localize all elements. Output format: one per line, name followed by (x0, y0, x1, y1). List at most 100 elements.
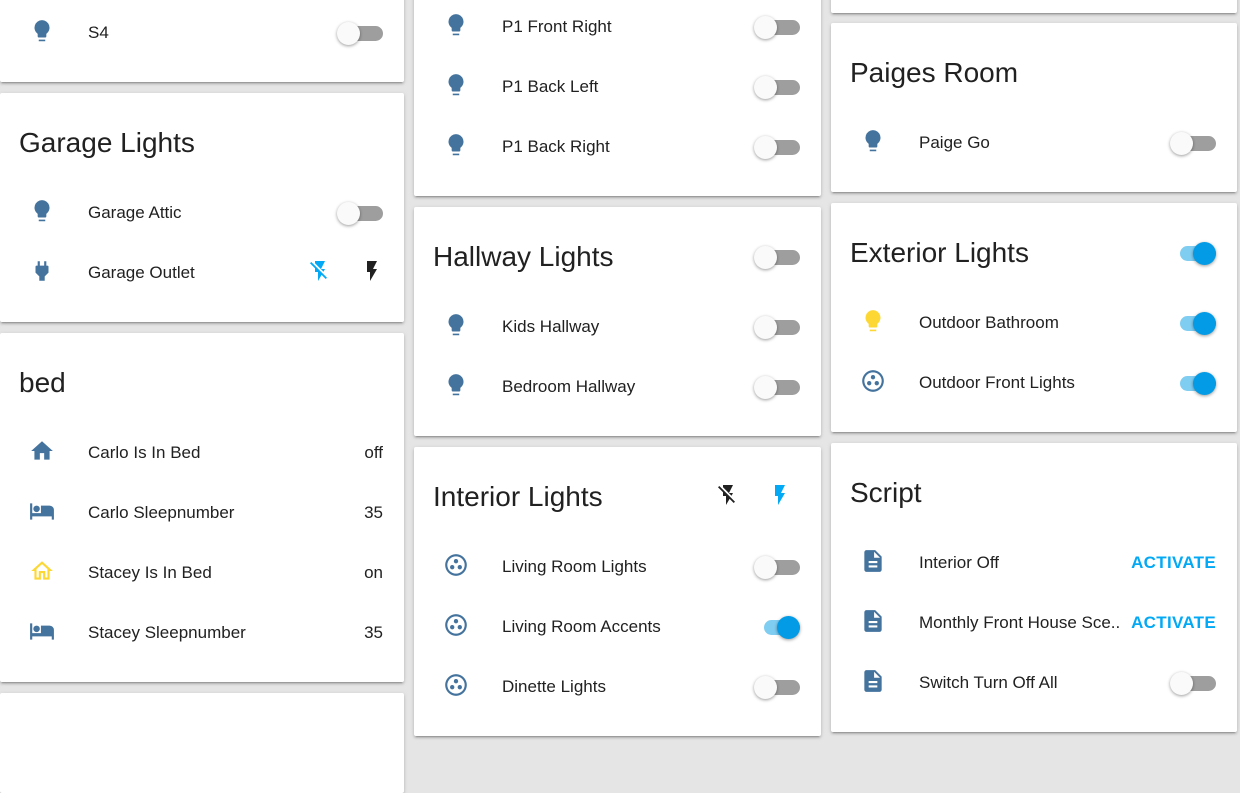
card-title: Hallway Lights (433, 241, 614, 272)
header-toggle[interactable] (1170, 239, 1216, 267)
entity-icon-wrap[interactable] (0, 558, 84, 589)
entity-name[interactable]: Stacey Sleepnumber (84, 623, 364, 643)
entity-name[interactable]: Living Room Lights (498, 557, 754, 577)
entity-name[interactable]: Switch Turn Off All (915, 673, 1170, 693)
entity-toggle[interactable] (754, 673, 800, 701)
entity-name[interactable]: Monthly Front House Sce.. (915, 613, 1131, 633)
bulb-icon (443, 132, 469, 163)
card-interior-lights: Interior Lights Living Room Lights Living … (414, 447, 821, 736)
entity-icon-wrap[interactable] (831, 548, 915, 579)
entity-icon-wrap[interactable] (0, 618, 84, 649)
toggle-knob[interactable] (754, 676, 777, 699)
entity-icon-wrap[interactable] (0, 438, 84, 469)
turn-off-button[interactable] (708, 477, 748, 517)
entity-name[interactable]: P1 Back Right (498, 137, 754, 157)
entity-row: Garage Attic (0, 183, 404, 243)
entity-toggle[interactable] (754, 553, 800, 581)
entity-icon-wrap[interactable] (414, 612, 498, 643)
entity-name[interactable]: Garage Attic (84, 203, 337, 223)
entity-state: 35 (364, 503, 383, 522)
entity-row: Living Room Lights (414, 537, 821, 597)
activate-button[interactable]: ACTIVATE (1131, 553, 1216, 573)
entity-icon-wrap[interactable] (831, 128, 915, 159)
entity-name[interactable]: P1 Back Left (498, 77, 754, 97)
scene-icon (443, 672, 469, 703)
toggle-knob[interactable] (777, 616, 800, 639)
turn-on-button[interactable] (760, 477, 800, 517)
entity-icon-wrap[interactable] (414, 312, 498, 343)
entity-icon-wrap[interactable] (831, 608, 915, 639)
entity-toggle[interactable] (1170, 309, 1216, 337)
entity-icon-wrap[interactable] (0, 258, 84, 289)
entity-row: Outdoor Bathroom (831, 293, 1237, 353)
entity-icon-wrap[interactable] (414, 672, 498, 703)
toggle-knob[interactable] (1170, 132, 1193, 155)
script-icon (860, 608, 886, 639)
entity-icon-wrap[interactable] (0, 18, 84, 49)
entity-name[interactable]: Carlo Is In Bed (84, 443, 364, 463)
entity-toggle[interactable] (754, 133, 800, 161)
entity-icon-wrap[interactable] (831, 668, 915, 699)
toggle-knob[interactable] (754, 76, 777, 99)
entity-name[interactable]: Carlo Sleepnumber (84, 503, 364, 523)
activate-button[interactable]: ACTIVATE (1131, 613, 1216, 633)
entity-toggle[interactable] (1170, 129, 1216, 157)
card-header: Paiges Room (831, 23, 1237, 113)
toggle-knob[interactable] (1193, 242, 1216, 265)
entity-toggle[interactable] (754, 373, 800, 401)
entity-name[interactable]: Living Room Accents (498, 617, 754, 637)
entity-name[interactable]: Dinette Lights (498, 677, 754, 697)
entity-name[interactable]: Outdoor Bathroom (915, 313, 1170, 333)
entity-icon-wrap[interactable] (414, 552, 498, 583)
turn-on-button[interactable] (352, 253, 392, 293)
entity-icon-wrap[interactable] (831, 368, 915, 399)
toggle-knob[interactable] (1193, 372, 1216, 395)
entity-name[interactable]: Bedroom Hallway (498, 377, 754, 397)
turn-off-button[interactable] (300, 253, 340, 293)
entity-name[interactable]: P1 Front Right (498, 17, 754, 37)
entity-toggle[interactable] (1170, 669, 1216, 697)
toggle-knob[interactable] (1193, 312, 1216, 335)
toggle-knob[interactable] (754, 556, 777, 579)
script-icon (860, 548, 886, 579)
toggle-knob[interactable] (337, 22, 360, 45)
toggle-knob[interactable] (754, 376, 777, 399)
bed-icon (29, 498, 55, 529)
entity-toggle[interactable] (337, 199, 383, 227)
entity-icon-wrap[interactable] (0, 198, 84, 229)
entity-name[interactable]: Outdoor Front Lights (915, 373, 1170, 393)
entity-toggle[interactable] (754, 13, 800, 41)
entity-name[interactable]: Interior Off (915, 553, 1131, 573)
entity-toggle[interactable] (754, 73, 800, 101)
card-p1-card: P1 Front Right P1 Back Left P1 Back Right (414, 0, 821, 196)
header-toggle[interactable] (754, 243, 800, 271)
entity-name[interactable]: Paige Go (915, 133, 1170, 153)
entity-row: Monthly Front House Sce.. ACTIVATE (831, 593, 1237, 653)
entity-name[interactable]: Kids Hallway (498, 317, 754, 337)
toggle-knob[interactable] (754, 16, 777, 39)
entity-icon-wrap[interactable] (414, 72, 498, 103)
toggle-knob[interactable] (754, 316, 777, 339)
entity-name[interactable]: Stacey Is In Bed (84, 563, 364, 583)
flash-icon (360, 259, 384, 288)
entity-toggle[interactable] (337, 19, 383, 47)
entity-toggle[interactable] (1170, 369, 1216, 397)
toggle-knob[interactable] (337, 202, 360, 225)
toggle-knob[interactable] (754, 246, 777, 269)
entity-icon-wrap[interactable] (414, 372, 498, 403)
entity-toggle[interactable] (754, 313, 800, 341)
entity-name[interactable]: Garage Outlet (84, 263, 288, 283)
card-exterior-lights: Exterior Lights Outdoor Bathroom Outdoor F… (831, 203, 1237, 432)
entity-toggle[interactable] (754, 613, 800, 641)
entity-icon-wrap[interactable] (0, 498, 84, 529)
entity-icon-wrap[interactable] (414, 132, 498, 163)
home-outline-icon (29, 558, 55, 589)
entity-icon-wrap[interactable] (414, 12, 498, 43)
entity-row: P1 Back Right (414, 117, 821, 177)
entity-icon-wrap[interactable] (831, 308, 915, 339)
home-icon (29, 438, 55, 469)
entity-row: Carlo Sleepnumber 35 (0, 483, 404, 543)
toggle-knob[interactable] (754, 136, 777, 159)
toggle-knob[interactable] (1170, 672, 1193, 695)
entity-name[interactable]: S4 (84, 23, 337, 43)
